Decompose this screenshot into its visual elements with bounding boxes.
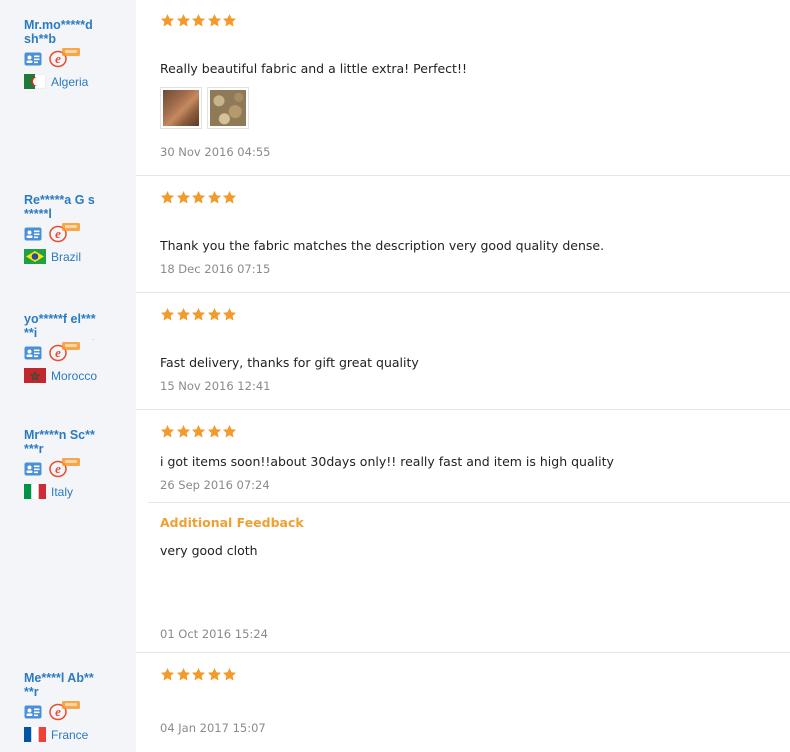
review-text: Really beautiful fabric and a little ext… [160,61,467,76]
review-photo-thumbnail[interactable] [160,87,202,129]
review-divider [136,652,790,653]
reviewer-country: Algeria [51,74,89,89]
star-icon [191,424,206,439]
reviewer-info: Mr****n Sc*****r e Italy [24,428,124,499]
star-icon [160,667,175,682]
star-icon [222,307,237,322]
verified-buyer-icon [24,705,42,719]
france-flag-icon [24,727,46,742]
star-icon [207,667,222,682]
review-divider [136,292,790,293]
morocco-flag-icon [24,368,46,383]
star-icon [160,190,175,205]
reviewer-name[interactable]: Mr.mo*****d sh**b [24,18,96,46]
review-date: 18 Dec 2016 07:15 [160,262,271,276]
star-icon [191,667,206,682]
fabric-photo-2 [210,90,246,126]
review-date: 26 Sep 2016 07:24 [160,478,270,492]
brazil-flag-icon [24,249,46,264]
buyer-level-icon: e [48,456,82,478]
svg-text:e: e [55,345,61,360]
star-icon [176,667,191,682]
additional-feedback-text: very good cloth [160,543,258,558]
reviewer-country: Brazil [51,249,82,264]
star-icon [160,13,175,28]
reviewer-name[interactable]: yo*****f el*****i [24,312,96,340]
star-icon [176,190,191,205]
reviewer-country: Italy [51,484,74,499]
reviewer-info: Re*****a G s*****l e Brazil [24,193,124,264]
star-icon [222,424,237,439]
star-rating [160,307,238,322]
review-date: 04 Jan 2017 15:07 [160,721,266,735]
reviewer-info: Me****l Ab****r e France [24,671,124,742]
buyer-level-icon: e [48,340,82,362]
star-rating [160,13,238,28]
feedback-divider [148,502,790,503]
buyer-level-icon: e [48,46,82,68]
star-icon [207,424,222,439]
star-icon [207,13,222,28]
buyer-level-icon: e [48,699,82,721]
review-date: 15 Nov 2016 12:41 [160,379,271,393]
review-text: Thank you the fabric matches the descrip… [160,238,605,253]
star-icon [207,307,222,322]
reviewer-info: Mr.mo*****d sh**b e Algeria [24,18,124,89]
reviewer-info: yo*****f el*****i e Morocco [24,312,124,383]
star-icon [222,13,237,28]
reviewer-name[interactable]: Re*****a G s*****l [24,193,96,221]
star-rating [160,424,238,439]
algeria-flag-icon [24,74,46,89]
italy-flag-icon [24,484,46,499]
verified-buyer-icon [24,52,42,66]
review-text: i got items soon!!about 30days only!! re… [160,454,614,469]
svg-text:e: e [55,51,61,66]
buyer-level-icon: e [48,221,82,243]
star-icon [222,190,237,205]
additional-feedback-date: 01 Oct 2016 15:24 [160,627,268,641]
svg-text:e: e [55,226,61,241]
star-icon [160,424,175,439]
review-text: Fast delivery, thanks for gift great qua… [160,355,419,370]
star-icon [176,424,191,439]
star-icon [176,307,191,322]
star-icon [207,190,222,205]
svg-text:e: e [55,461,61,476]
reviewer-name[interactable]: Mr****n Sc*****r [24,428,96,456]
fabric-photo-1 [163,90,199,126]
review-photos [160,87,254,129]
star-icon [191,190,206,205]
verified-buyer-icon [24,227,42,241]
star-icon [191,13,206,28]
review-divider [136,409,790,410]
review-photo-thumbnail[interactable] [207,87,249,129]
star-icon [176,13,191,28]
review-date: 30 Nov 2016 04:55 [160,145,271,159]
stray-dot [93,339,94,340]
verified-buyer-icon [24,346,42,360]
reviewer-name[interactable]: Me****l Ab****r [24,671,96,699]
additional-feedback-title: Additional Feedback [160,515,304,530]
star-icon [222,667,237,682]
star-icon [191,307,206,322]
verified-buyer-icon [24,462,42,476]
svg-text:e: e [55,704,61,719]
star-icon [160,307,175,322]
star-rating [160,190,238,205]
star-rating [160,667,238,682]
review-divider [136,175,790,176]
reviewer-country: Morocco [51,368,98,383]
reviewer-country: France [51,727,89,742]
